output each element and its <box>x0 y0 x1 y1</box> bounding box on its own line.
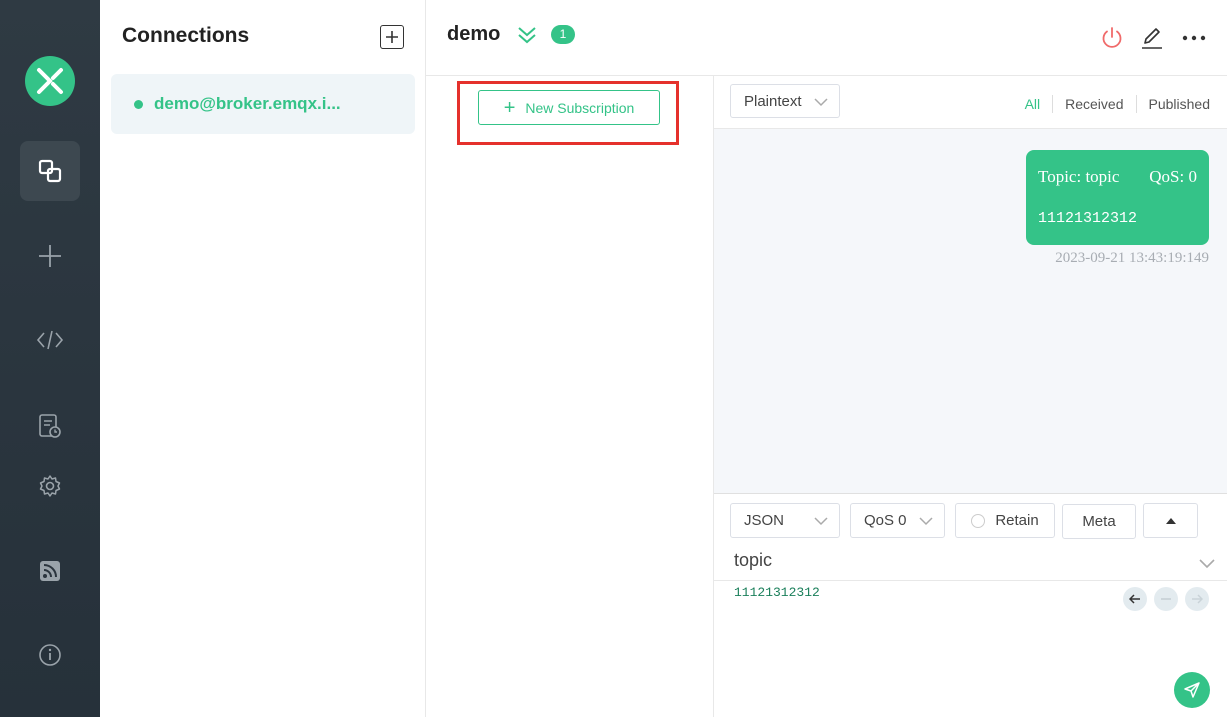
topic-input[interactable]: topic <box>734 550 772 571</box>
filter-all[interactable]: All <box>1013 95 1054 113</box>
nav-about[interactable] <box>20 625 80 685</box>
new-subscription-button[interactable]: + New Subscription <box>478 90 660 125</box>
message-qos: QoS: 0 <box>1149 167 1197 186</box>
plus-icon <box>386 31 398 43</box>
history-next-button[interactable] <box>1185 587 1209 611</box>
history-prev-button[interactable] <box>1123 587 1147 611</box>
more-button[interactable] <box>1182 26 1206 50</box>
retain-radio[interactable] <box>971 513 986 528</box>
disconnect-button[interactable] <box>1100 26 1124 50</box>
publish-panel: JSON QoS 0 Retain Meta topic 11121312312 <box>714 493 1227 717</box>
retain-checkbox[interactable]: Retain <box>955 503 1055 538</box>
connections-panel: Connections demo@broker.emqx.i... <box>100 0 426 717</box>
gear-icon <box>39 475 61 497</box>
message-bubble[interactable]: Topic: topic QoS: 0 11121312312 <box>1026 150 1209 245</box>
qos-value: QoS 0 <box>864 512 907 529</box>
plus-icon <box>39 245 61 267</box>
message-topic: Topic: topic <box>1038 167 1120 186</box>
expand-chevron-icon[interactable] <box>517 25 537 50</box>
divider <box>714 580 1227 581</box>
message-filter-tabs: All Received Published <box>1013 95 1210 113</box>
edit-button[interactable] <box>1140 26 1164 50</box>
qos-select[interactable]: QoS 0 <box>850 503 945 538</box>
new-subscription-label: New Subscription <box>525 99 635 116</box>
code-icon <box>36 330 64 350</box>
messages-toolbar: Plaintext All Received Published <box>714 76 1227 129</box>
chevron-down-icon <box>919 517 933 526</box>
connection-name: demo@broker.emqx.i... <box>154 94 341 113</box>
feed-icon <box>40 561 60 581</box>
log-icon <box>39 414 61 438</box>
nav-subscriptions-feed[interactable] <box>20 541 80 601</box>
connection-title: demo <box>447 23 501 45</box>
meta-label: Meta <box>1082 513 1116 530</box>
payload-editor[interactable]: 11121312312 <box>734 585 820 600</box>
send-button[interactable] <box>1174 672 1210 708</box>
app-logo-icon <box>25 56 75 106</box>
messages-panel: Plaintext All Received Published Topic: … <box>714 76 1227 493</box>
power-icon <box>1102 27 1122 48</box>
collapse-button[interactable] <box>1143 503 1198 538</box>
chevron-down-icon <box>814 517 828 526</box>
arrow-right-icon <box>1192 594 1203 604</box>
caret-up-icon <box>1165 517 1176 524</box>
nav-new-connection[interactable] <box>20 226 80 286</box>
status-dot <box>134 99 143 109</box>
filter-received[interactable]: Received <box>1053 95 1137 113</box>
history-clear-button[interactable] <box>1154 587 1178 611</box>
payload-format-select[interactable]: Plaintext <box>730 84 840 118</box>
connections-title: Connections <box>122 24 250 47</box>
subscription-count-badge: 1 <box>551 25 575 44</box>
chevron-down-icon[interactable] <box>1199 557 1215 569</box>
side-nav <box>0 0 100 717</box>
message-timestamp: 2023-09-21 13:43:19:149 <box>1055 250 1209 266</box>
filter-published[interactable]: Published <box>1137 95 1211 113</box>
connection-header: demo 1 <box>426 0 1227 76</box>
publish-format-select[interactable]: JSON <box>730 503 840 538</box>
subscriptions-panel: + New Subscription <box>426 76 714 717</box>
add-connection-button[interactable] <box>380 25 404 49</box>
info-icon <box>39 644 61 666</box>
send-icon <box>1184 682 1200 698</box>
nav-log[interactable] <box>20 396 80 456</box>
edit-icon <box>1142 28 1162 49</box>
publish-format-value: JSON <box>744 512 785 529</box>
connection-item[interactable]: demo@broker.emqx.i... <box>111 74 415 134</box>
retain-label: Retain <box>995 512 1039 529</box>
chevron-down-icon <box>814 98 828 107</box>
nav-script[interactable] <box>20 310 80 370</box>
nav-connections[interactable] <box>20 141 80 201</box>
arrow-left-icon <box>1129 594 1140 604</box>
payload-format-value: Plaintext <box>744 92 802 110</box>
nav-settings[interactable] <box>20 456 80 516</box>
message-payload: 11121312312 <box>1038 210 1138 227</box>
connections-icon <box>38 159 62 183</box>
plus-icon: + <box>503 96 516 119</box>
minus-icon <box>1161 598 1171 600</box>
meta-button[interactable]: Meta <box>1062 504 1136 539</box>
more-icon <box>1182 35 1206 41</box>
